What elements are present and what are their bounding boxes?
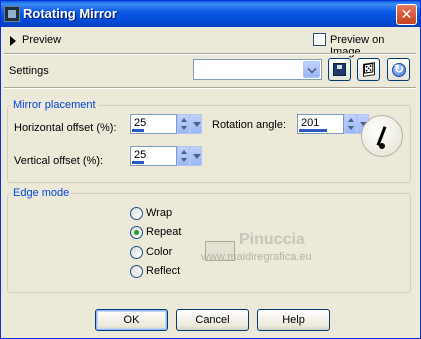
horizontal-offset-spinner[interactable]: 25 [130, 114, 202, 136]
watermark-url: www.maidiregrafica.eu [201, 251, 312, 263]
vertical-offset-spinner[interactable]: 25 [130, 146, 202, 168]
radio-button-selected[interactable] [130, 226, 143, 239]
floppy-disk-icon [333, 63, 346, 76]
radio-label-wrap[interactable]: Wrap [146, 207, 172, 219]
rotation-angle-value: 201 [301, 117, 320, 129]
horizontal-offset-bar [132, 129, 144, 132]
mirror-placement-legend: Mirror placement [11, 99, 98, 111]
radio-button[interactable] [130, 265, 143, 278]
watermark-name: Pinuccia [239, 231, 305, 248]
settings-dropdown[interactable] [193, 59, 322, 80]
edge-mode-legend: Edge mode [11, 187, 72, 199]
cancel-button[interactable]: Cancel [176, 309, 249, 331]
settings-label: Settings [9, 65, 49, 77]
rotating-mirror-dialog: Rotating Mirror ✕ Preview Preview on Ima… [0, 0, 421, 339]
dial-knob-icon [379, 143, 385, 149]
rotation-angle-input[interactable]: 201 [297, 114, 344, 134]
vertical-offset-value: 25 [134, 149, 147, 161]
radio-label-color[interactable]: Color [146, 246, 172, 258]
vertical-offset-input[interactable]: 25 [130, 146, 177, 166]
vertical-offset-label: Vertical offset (%): [14, 155, 104, 167]
preview-toggle[interactable]: Preview [22, 34, 61, 46]
radio-label-repeat[interactable]: Repeat [146, 226, 181, 238]
title-bar[interactable]: Rotating Mirror ✕ [1, 1, 420, 27]
separator [4, 87, 416, 89]
rotation-dial[interactable] [361, 115, 403, 157]
preview-on-image-checkbox[interactable] [313, 33, 326, 46]
rotation-angle-bar [299, 129, 327, 132]
reset-button[interactable] [387, 58, 410, 81]
rotation-angle-spinner[interactable]: 201 [297, 114, 369, 136]
reset-icon [392, 62, 406, 77]
expand-triangle-icon[interactable] [10, 36, 16, 46]
window-title: Rotating Mirror [23, 6, 117, 21]
radio-button[interactable] [130, 207, 143, 220]
dice-icon [363, 62, 375, 77]
app-icon [4, 6, 20, 22]
radio-button[interactable] [130, 246, 143, 259]
preview-row: Preview Preview on Image [10, 33, 410, 58]
separator [4, 53, 416, 55]
radio-label-reflect[interactable]: Reflect [146, 265, 180, 277]
ok-button[interactable]: OK [95, 309, 168, 331]
chevron-down-icon[interactable] [190, 114, 202, 134]
spin-arrows-icon[interactable] [177, 114, 190, 134]
horizontal-offset-label: Horizontal offset (%): [14, 122, 117, 134]
close-icon[interactable]: ✕ [396, 4, 417, 25]
spin-arrows-icon[interactable] [344, 114, 357, 134]
rotation-angle-label: Rotation angle: [212, 119, 286, 131]
horizontal-offset-value: 25 [134, 117, 147, 129]
spin-arrows-icon[interactable] [177, 146, 190, 166]
help-button[interactable]: Help [257, 309, 330, 331]
chevron-down-icon[interactable] [303, 61, 320, 78]
horizontal-offset-input[interactable]: 25 [130, 114, 177, 134]
randomize-button[interactable] [357, 58, 380, 81]
save-preset-button[interactable] [328, 58, 351, 81]
vertical-offset-bar [132, 161, 144, 164]
chevron-down-icon[interactable] [190, 146, 202, 166]
